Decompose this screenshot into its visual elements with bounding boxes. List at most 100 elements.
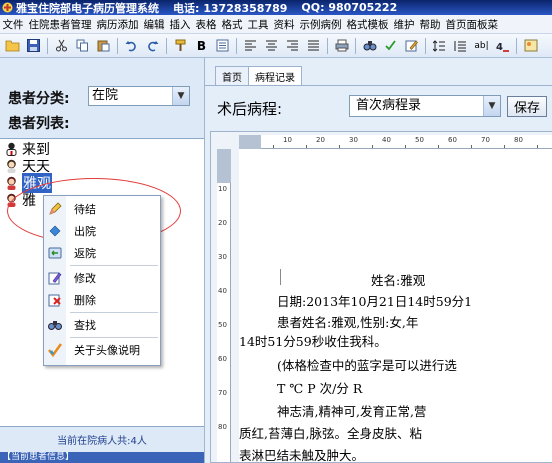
toolbar-separator [47,37,48,54]
line-spacing-icon[interactable] [431,37,448,55]
patient-item[interactable]: 天天 [4,158,50,175]
ruler-tick [372,145,373,148]
doc-intro-line: 14时51分59秒收住我科。 [239,334,387,349]
menu-item-delete[interactable]: 删除 [44,289,160,311]
toolbar-separator [327,37,328,54]
app-phone: 电话: 13728358789 [173,1,288,15]
ruler-label: 40 [218,287,227,295]
special-char-icon[interactable]: 4 [494,37,511,55]
patient-item[interactable]: 来到 [4,141,50,158]
patient-item[interactable]: 雅 [4,192,36,209]
ruler-tick [339,145,340,148]
menu-add-record[interactable]: 病历添加 [94,17,141,32]
record-type-value: 首次病程录 [356,98,422,113]
return-icon [44,242,66,264]
patient-context-menu: 待结 出院 返院 修改 删除 查找 关于头像说明 [43,195,161,366]
paste-icon[interactable] [95,37,112,55]
copy-icon[interactable] [74,37,91,55]
bold-icon[interactable]: B [193,37,210,55]
current-patient-info[interactable]: 【当前患者信息】 [0,452,204,463]
category-select[interactable]: 在院 ▼ [88,86,190,106]
field-icon[interactable]: ab| [473,37,490,55]
ruler-label: 60 [448,136,457,144]
menu-resources[interactable]: 资料 [271,17,297,32]
menu-item-pending[interactable]: 待结 [44,198,160,220]
spellcheck-icon[interactable] [382,37,399,55]
chevron-down-icon[interactable]: ▼ [483,96,500,116]
menu-format-templates[interactable]: 格式模板 [344,17,391,32]
menu-sample-cases[interactable]: 示例病例 [297,17,344,32]
app-qq: QQ: 980705222 [301,1,398,14]
find-icon[interactable] [361,37,378,55]
align-center-icon[interactable] [263,37,280,55]
save-button[interactable]: 保存 [507,96,547,117]
patient-list-label: 患者列表: [8,116,70,132]
menu-insert[interactable]: 插入 [167,17,193,32]
menu-file[interactable]: 文件 [0,17,26,32]
patient-count: 当前在院病人共:4人 [57,436,147,447]
doc-name-line: 姓名:雅观 [371,273,426,288]
menu-edit[interactable]: 编辑 [141,17,167,32]
patient-item-selected[interactable]: 雅观 [4,173,52,193]
ruler-label: 70 [218,389,227,397]
save-icon[interactable] [25,37,42,55]
menu-home-panel[interactable]: 首页面板菜 [443,17,501,32]
chevron-down-icon[interactable]: ▼ [172,87,189,105]
redo-icon[interactable] [144,37,161,55]
diamond-icon [44,220,66,242]
doc-note-line: (体格检查中的蓝字是可以进行选 [277,358,457,373]
menu-item-discharge[interactable]: 出院 [44,220,160,242]
print-icon[interactable] [333,37,350,55]
menu-separator [70,312,158,313]
menu-item-avatar-help[interactable]: 关于头像说明 [44,339,160,361]
ruler-label: 80 [218,423,227,431]
menu-bar: 文件 住院患者管理 病历添加 编辑 插入 表格 格式 工具 资料 示例病例 格式… [0,15,552,34]
menu-format[interactable]: 格式 [219,17,245,32]
align-left-icon[interactable] [242,37,259,55]
toolbar-separator [425,37,426,54]
ruler-margin [239,135,261,149]
menu-tools[interactable]: 工具 [245,17,271,32]
undo-icon[interactable] [123,37,140,55]
doctor-avatar-icon [4,142,18,156]
format-painter-icon[interactable] [172,37,189,55]
ruler-label: 70 [481,136,490,144]
edit-icon[interactable] [403,37,420,55]
ruler-label: 20 [316,136,325,144]
female-avatar-icon [4,193,18,207]
ruler-label: 60 [218,355,227,363]
ruler-label: 10 [218,185,227,193]
ruler-label: 30 [218,253,227,261]
menu-item-readmit[interactable]: 返院 [44,242,160,264]
indent-icon[interactable] [214,37,231,55]
ruler-tick [471,145,472,148]
menu-maintenance[interactable]: 维护 [391,17,417,32]
folder-open-icon[interactable] [4,37,21,55]
justify-icon[interactable] [305,37,322,55]
menu-item-find[interactable]: 查找 [44,314,160,336]
paragraph-icon[interactable] [452,37,469,55]
menu-table[interactable]: 表格 [193,17,219,32]
document-editor[interactable]: 10 20 30 40 50 60 70 80 10 20 30 40 50 6… [210,131,552,463]
section-title: 术后病程: [217,100,283,118]
menu-item-modify[interactable]: 修改 [44,267,160,289]
record-type-select[interactable]: 首次病程录 ▼ [349,95,501,117]
ruler-tick [273,145,274,148]
doc-vitals-line: T ℃ P 次/分 R [277,381,363,396]
ruler-label: 10 [283,136,292,144]
tab-home[interactable]: 首页 [215,66,249,85]
female-avatar-icon [4,159,18,173]
ruler-margin [217,149,231,183]
menu-help[interactable]: 帮助 [417,17,443,32]
menu-inpatient[interactable]: 住院患者管理 [26,17,94,32]
toolbar-separator [166,37,167,54]
doc-date-line: 日期:2013年10月21日14时59分1 [277,294,473,309]
cut-icon[interactable] [53,37,70,55]
align-right-icon[interactable] [284,37,301,55]
toolbar-separator [236,37,237,54]
document-page[interactable]: 姓名:雅观 日期:2013年10月21日14时59分1 患者姓名:雅观,性别:女… [239,149,552,462]
app-icon [1,2,13,14]
checkmark-icon [44,339,66,361]
image-icon[interactable] [522,37,539,55]
tab-progress-notes[interactable]: 病程记录 [248,66,302,86]
